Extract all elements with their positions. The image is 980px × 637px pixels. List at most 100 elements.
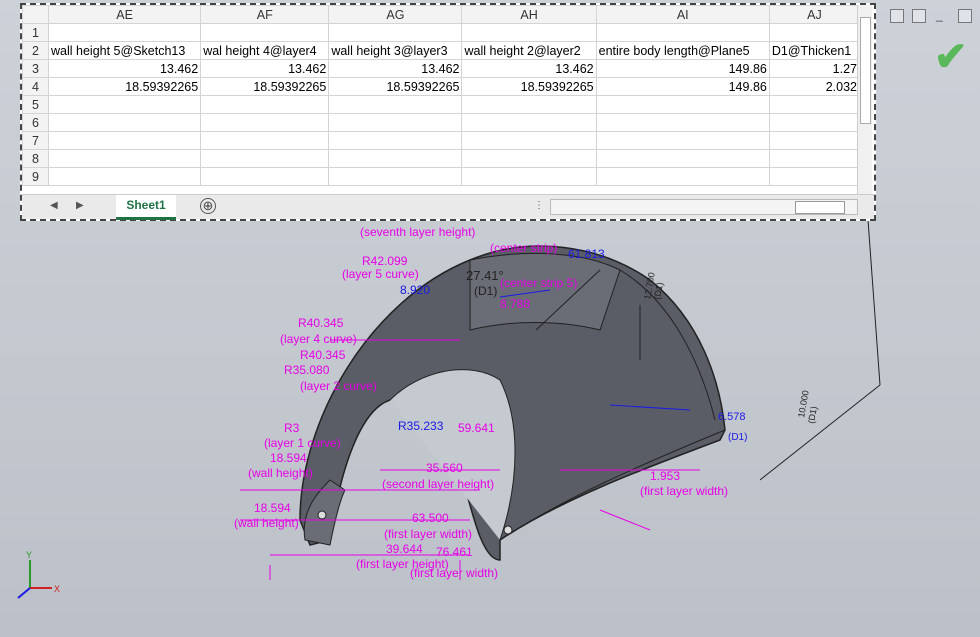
column-header[interactable]: AF — [200, 5, 330, 24]
table-cell[interactable] — [328, 149, 463, 168]
table-cell[interactable]: wall height 2@layer2 — [461, 41, 597, 60]
embedded-design-table[interactable]: AE AF AG AH AI AJ 1 2 wall height 5@Sketch… — [20, 3, 876, 221]
table-cell[interactable] — [48, 149, 202, 168]
row-header[interactable]: 1 — [21, 23, 50, 42]
table-cell[interactable] — [461, 95, 597, 114]
scrollbar-thumb[interactable] — [795, 201, 845, 214]
table-cell[interactable] — [200, 95, 330, 114]
dim-label: 6.578 — [718, 411, 746, 423]
table-cell[interactable] — [48, 167, 202, 186]
column-header[interactable]: AH — [461, 5, 597, 24]
table-cell[interactable] — [461, 23, 597, 42]
table-cell[interactable] — [595, 149, 770, 168]
table-cell[interactable] — [328, 113, 463, 132]
table-cell[interactable]: 18.59392265 — [200, 77, 330, 96]
table-row: 5 — [21, 95, 861, 114]
table-cell[interactable] — [48, 95, 202, 114]
table-cell[interactable]: 149.86 — [595, 59, 770, 78]
table-cell[interactable] — [328, 95, 463, 114]
add-sheet-icon[interactable]: ⊕ — [200, 198, 216, 214]
table-cell[interactable]: entire body length@Plane5 — [595, 41, 770, 60]
table-row: 3 13.462 13.462 13.462 13.462 149.86 1.27 — [21, 59, 861, 78]
table-cell[interactable] — [200, 131, 330, 150]
row-header[interactable]: 2 — [21, 41, 50, 60]
maximize-icon[interactable] — [958, 9, 972, 23]
table-cell[interactable] — [328, 167, 463, 186]
table-cell[interactable] — [595, 95, 770, 114]
table-cell[interactable] — [768, 131, 861, 150]
table-cell[interactable]: 13.462 — [48, 59, 202, 78]
table-cell[interactable]: wall height 5@Sketch13 — [48, 41, 202, 60]
table-cell[interactable] — [328, 23, 463, 42]
table-cell[interactable]: 2.032 — [768, 77, 861, 96]
panel-left-icon[interactable] — [890, 9, 904, 23]
table-cell[interactable] — [595, 131, 770, 150]
column-header[interactable]: AG — [328, 5, 463, 24]
column-header[interactable]: AI — [595, 5, 770, 24]
tab-scroll-left-icon[interactable]: ◀ — [50, 200, 58, 211]
table-cell[interactable]: 13.462 — [200, 59, 330, 78]
row-header[interactable]: 7 — [21, 131, 50, 150]
table-cell[interactable] — [200, 113, 330, 132]
panel-right-icon[interactable] — [912, 9, 926, 23]
check-icon[interactable]: ✔ — [934, 34, 968, 80]
row-header[interactable]: 6 — [21, 113, 50, 132]
table-row: 4 18.59392265 18.59392265 18.59392265 18.593… — [21, 77, 861, 96]
table-cell[interactable] — [595, 167, 770, 186]
table-cell[interactable]: wall height 3@layer3 — [328, 41, 463, 60]
sheet-tab[interactable]: Sheet1 — [116, 195, 176, 220]
row-header[interactable]: 9 — [21, 167, 50, 186]
table-cell[interactable] — [461, 167, 597, 186]
scrollbar-thumb[interactable] — [860, 17, 871, 124]
splitter-handle-icon[interactable]: ⋮ — [534, 200, 544, 211]
row-header[interactable]: 3 — [21, 59, 50, 78]
column-header[interactable]: AE — [48, 5, 202, 24]
table-cell[interactable] — [328, 131, 463, 150]
table-cell[interactable]: 149.86 — [595, 77, 770, 96]
table-cell[interactable] — [461, 131, 597, 150]
horizontal-scrollbar[interactable] — [550, 199, 858, 215]
table-cell[interactable] — [200, 167, 330, 186]
dim-label: R40.345 — [298, 316, 344, 330]
table-cell[interactable] — [461, 149, 597, 168]
table-cell[interactable]: 18.59392265 — [48, 77, 202, 96]
table-cell[interactable] — [200, 23, 330, 42]
row-header[interactable]: 8 — [21, 149, 50, 168]
table-cell[interactable] — [595, 23, 770, 42]
dim-label: 8.920 — [400, 283, 430, 297]
spreadsheet-grid[interactable]: AE AF AG AH AI AJ 1 2 wall height 5@Sketch… — [21, 5, 861, 186]
table-cell[interactable] — [768, 149, 861, 168]
dim-label: 59.641 — [458, 421, 495, 435]
table-cell[interactable]: 13.462 — [328, 59, 463, 78]
vertical-scrollbar[interactable] — [857, 5, 872, 195]
table-cell[interactable]: 13.462 — [461, 59, 597, 78]
table-cell[interactable] — [48, 131, 202, 150]
minimize-icon[interactable]: _ — [936, 8, 943, 22]
table-cell[interactable] — [768, 95, 861, 114]
table-cell[interactable] — [595, 113, 770, 132]
table-cell[interactable]: D1@Thicken1 — [768, 41, 861, 60]
table-cell[interactable] — [768, 167, 861, 186]
table-cell[interactable]: 18.59392265 — [328, 77, 463, 96]
table-cell[interactable] — [200, 149, 330, 168]
tab-scroll-right-icon[interactable]: ▶ — [76, 200, 84, 211]
table-cell[interactable]: 1.27 — [768, 59, 861, 78]
row-header[interactable]: 4 — [21, 77, 50, 96]
column-header[interactable]: AJ — [768, 5, 861, 24]
table-cell[interactable] — [768, 23, 861, 42]
table-cell[interactable]: 18.59392265 — [461, 77, 597, 96]
dim-label: (layer 2 curve) — [300, 379, 377, 393]
row-header[interactable]: 5 — [21, 95, 50, 114]
dim-label: (first layer width) — [410, 566, 498, 580]
table-cell[interactable] — [48, 113, 202, 132]
select-all-corner[interactable] — [21, 5, 50, 24]
table-cell[interactable]: wal height 4@layer4 — [200, 41, 330, 60]
dim-label: (layer 1 curve) — [264, 436, 341, 450]
table-cell[interactable] — [461, 113, 597, 132]
table-row: 6 — [21, 113, 861, 132]
dim-label: (first layer width) — [640, 484, 728, 498]
dim-label: (layer 4 curve) — [280, 332, 357, 346]
table-cell[interactable] — [48, 23, 202, 42]
table-cell[interactable] — [768, 113, 861, 132]
dim-label: 18.594 — [270, 451, 307, 465]
